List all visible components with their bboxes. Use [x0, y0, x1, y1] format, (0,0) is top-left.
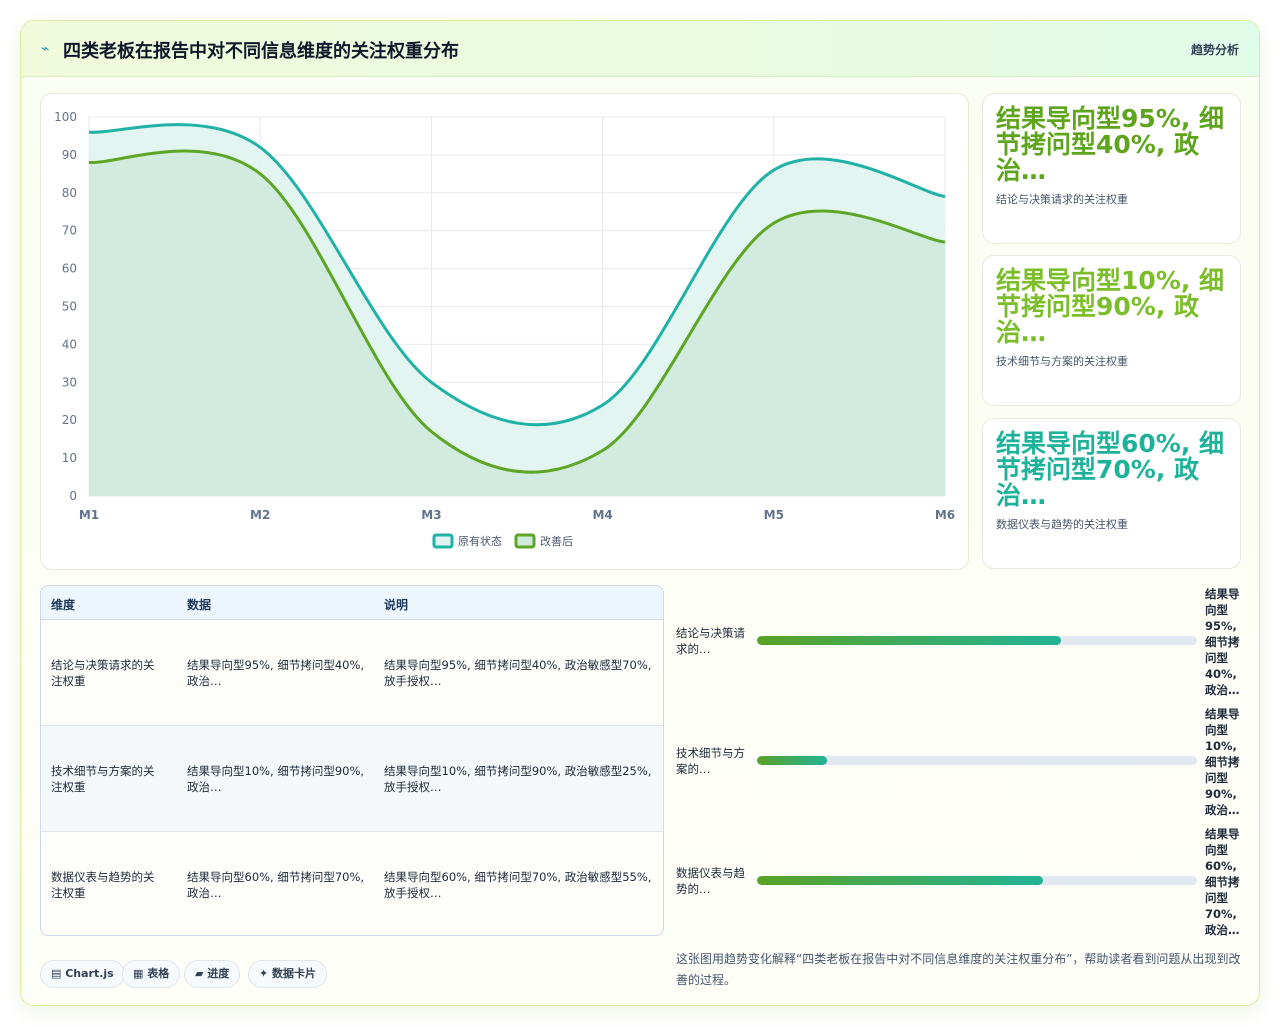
y-tick-label: 30 [62, 375, 77, 389]
stat-card-technical: 结果导向型10%, 细节拷问型90%, 政治… 技术细节与方案的关注权重 [982, 255, 1241, 406]
y-tick-label: 90 [62, 148, 77, 162]
card-header: ⌁ 四类老板在报告中对不同信息维度的关注权重分布 趋势分析 [21, 21, 1259, 77]
stat-label: 结论与决策请求的关注权重 [996, 193, 1128, 206]
chart-caption: 这张图用趋势变化解释“四类老板在报告中对不同信息维度的关注权重分布”，帮助读者看… [676, 952, 1241, 987]
y-tick-label: 100 [54, 110, 77, 124]
column-header-dimension: 维度 [51, 598, 76, 612]
progress-value: 结果导 向型 60%, 细节拷 问型 70%, 政治… [1205, 827, 1240, 937]
progress-fill [757, 636, 1061, 645]
cell-note: 结果导向型10%, 细节拷问型90%, 政治敏感型25%, 放手授权… [384, 764, 652, 794]
progress-label: 数据仪表与趋 势的… [676, 866, 745, 896]
progress-value: 结果导 向型 95%, 细节拷 问型 40%, 政治… [1205, 587, 1240, 697]
table-header: 维度 数据 说明 [41, 586, 663, 620]
y-tick-label: 0 [69, 489, 77, 503]
y-tick-label: 60 [62, 262, 77, 276]
cell-data: 结果导向型60%, 细节拷问型70%, 政治… [187, 870, 365, 900]
cell-note: 结果导向型95%, 细节拷问型40%, 政治敏感型70%, 放手授权… [384, 658, 652, 688]
trend-analysis-link[interactable]: 趋势分析 [1191, 41, 1239, 58]
dashboard-card: ⌁ 四类老板在报告中对不同信息维度的关注权重分布 趋势分析 0 10 20 30 40 5… [20, 20, 1260, 1006]
table-row: 结论与决策请求的关 注权重 结果导向型95%, 细节拷问型40%, 政治… 结果… [41, 620, 663, 726]
trend-line-icon: ⌁ [41, 41, 50, 57]
y-tick-label: 80 [62, 186, 77, 200]
data-table: 维度 数据 说明 结论与决策请求的关 注权重 结果导向型95%, 细节拷问型40… [40, 585, 664, 936]
data-card-chip[interactable]: ✦ 数据卡片 [248, 960, 328, 988]
legend-label: 原有状态 [458, 534, 502, 548]
cell-dimension: 数据仪表与趋势的关 注权重 [51, 870, 155, 900]
x-tick-label: M4 [592, 508, 612, 522]
cell-dimension: 技术细节与方案的关 注权重 [51, 764, 155, 794]
cell-dimension: 结论与决策请求的关 注权重 [51, 658, 155, 688]
x-tick-label: M5 [764, 508, 784, 522]
area-chart-panel: 0 10 20 30 40 50 60 70 80 90 100 M1 M2 M3 M4 M5 M6 原有状态 改善… [40, 93, 969, 570]
stat-value: 结果导向型10%, 细节拷问型90%, 政治… [996, 266, 1225, 347]
table-row: 数据仪表与趋势的关 注权重 结果导向型60%, 细节拷问型70%, 政治… 结果… [41, 832, 663, 935]
stat-card-conclusion: 结果导向型95%, 细节拷问型40%, 政治… 结论与决策请求的关注权重 [982, 93, 1241, 244]
y-tick-label: 40 [62, 337, 77, 351]
cell-note: 结果导向型60%, 细节拷问型70%, 政治敏感型55%, 放手授权… [384, 870, 652, 900]
stat-label: 技术细节与方案的关注权重 [996, 355, 1128, 368]
x-tick-label: M1 [79, 508, 99, 522]
legend-label: 改善后 [540, 534, 573, 548]
column-header-note: 说明 [384, 598, 409, 612]
table-chip[interactable]: ▦ 表格 [122, 960, 181, 988]
stat-label: 数据仪表与趋势的关注权重 [996, 518, 1128, 531]
legend-swatch [514, 533, 536, 549]
area-chart: 0 10 20 30 40 50 60 70 80 90 100 M1 M2 M3 M4 M5 M6 原有状态 改善… [54, 110, 955, 549]
progress-track [757, 636, 1197, 645]
stat-value: 结果导向型60%, 细节拷问型70%, 政治… [996, 429, 1225, 510]
progress-label: 结论与决策请 求的… [676, 626, 745, 656]
column-header-data: 数据 [187, 598, 212, 612]
x-tick-label: M6 [935, 508, 955, 522]
progress-track [757, 756, 1197, 765]
y-tick-label: 20 [62, 413, 77, 427]
progress-chip[interactable]: ▰ 进度 [184, 960, 241, 988]
y-tick-label: 50 [62, 300, 77, 314]
legend-swatch [432, 533, 454, 549]
progress-fill [757, 876, 1043, 885]
page-title: 四类老板在报告中对不同信息维度的关注权重分布 [63, 41, 459, 62]
y-tick-label: 10 [62, 451, 77, 465]
table-row: 技术细节与方案的关 注权重 结果导向型10%, 细节拷问型90%, 政治… 结果… [41, 726, 663, 832]
progress-value: 结果导 向型 10%, 细节拷 问型 90%, 政治… [1205, 707, 1240, 817]
cell-data: 结果导向型10%, 细节拷问型90%, 政治… [187, 764, 365, 794]
x-tick-label: M3 [421, 508, 441, 522]
stat-card-dashboard: 结果导向型60%, 细节拷问型70%, 政治… 数据仪表与趋势的关注权重 [982, 418, 1241, 569]
progress-fill [757, 756, 828, 765]
chartjs-chip[interactable]: ▤ Chart.js [40, 960, 125, 988]
stat-value: 结果导向型95%, 细节拷问型40%, 政治… [996, 104, 1225, 185]
y-tick-label: 70 [62, 224, 77, 238]
x-tick-label: M2 [250, 508, 270, 522]
cell-data: 结果导向型95%, 细节拷问型40%, 政治… [187, 658, 365, 688]
progress-label: 技术细节与方 案的… [676, 746, 745, 776]
progress-track [757, 876, 1197, 885]
